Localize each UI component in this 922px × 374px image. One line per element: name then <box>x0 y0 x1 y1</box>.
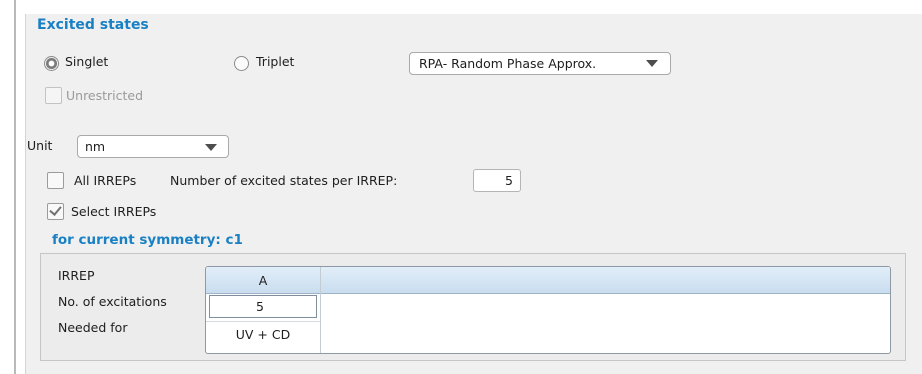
unit-label: Unit <box>27 138 53 153</box>
select-irreps-label[interactable]: Select IRREPs <box>71 204 156 219</box>
method-dropdown-value: RPA- Random Phase Approx. <box>419 56 597 71</box>
all-irreps-checkbox[interactable] <box>47 172 64 189</box>
section-title: Excited states <box>37 17 149 33</box>
excitations-cell[interactable]: 5 <box>209 295 317 318</box>
column-divider <box>320 267 321 353</box>
all-irreps-label[interactable]: All IRREPs <box>74 173 136 188</box>
unit-dropdown-value: nm <box>85 139 106 154</box>
singlet-radio[interactable] <box>44 56 59 71</box>
triplet-radio[interactable] <box>234 56 249 71</box>
irrep-row-label: IRREP <box>58 268 95 283</box>
irrep-table: A 5 UV + CD <box>205 266 891 354</box>
unit-dropdown[interactable]: nm <box>77 135 229 158</box>
states-per-irrep-input[interactable]: 5 <box>473 169 521 192</box>
states-per-irrep-label: Number of excited states per IRREP: <box>170 173 398 188</box>
excitations-row-label: No. of excitations <box>58 294 167 309</box>
unrestricted-checkbox[interactable] <box>45 87 62 104</box>
symmetry-title: for current symmetry: c1 <box>52 232 243 248</box>
select-irreps-checkbox[interactable] <box>47 203 64 220</box>
row-divider <box>206 321 320 322</box>
method-dropdown[interactable]: RPA- Random Phase Approx. <box>409 52 671 75</box>
triplet-label[interactable]: Triplet <box>256 54 294 69</box>
chevron-down-icon <box>205 144 217 151</box>
needed-for-cell: UV + CD <box>235 327 291 342</box>
excitations-cell-value: 5 <box>256 299 264 314</box>
checkmark-icon <box>49 203 62 216</box>
irrep-column-header[interactable]: A <box>206 273 320 288</box>
left-divider <box>14 0 16 374</box>
chevron-down-icon <box>646 60 658 67</box>
unrestricted-label: Unrestricted <box>66 88 144 103</box>
needed-for-row-label: Needed for <box>58 320 128 335</box>
singlet-label[interactable]: Singlet <box>65 54 108 69</box>
